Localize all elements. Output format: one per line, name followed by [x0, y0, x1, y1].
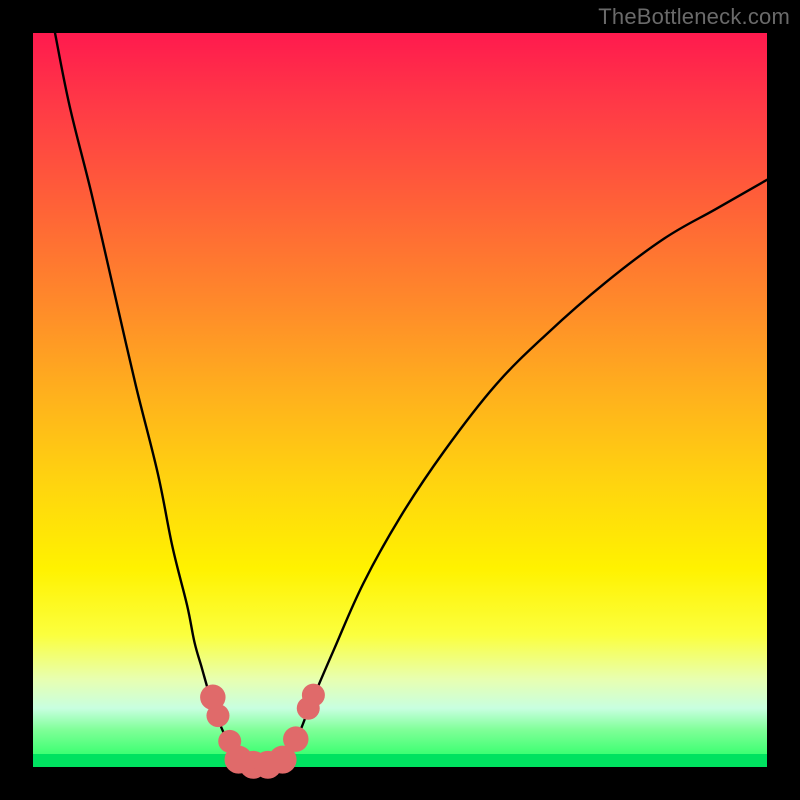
watermark-text: TheBottleneck.com — [598, 4, 790, 30]
bottleneck-curve — [55, 33, 767, 767]
curve-group — [55, 33, 767, 767]
chart-svg — [33, 33, 767, 767]
curve-marker — [206, 704, 229, 727]
curve-marker — [283, 726, 308, 751]
curve-markers — [200, 684, 325, 779]
chart-frame: TheBottleneck.com — [0, 0, 800, 800]
curve-marker — [302, 684, 325, 707]
